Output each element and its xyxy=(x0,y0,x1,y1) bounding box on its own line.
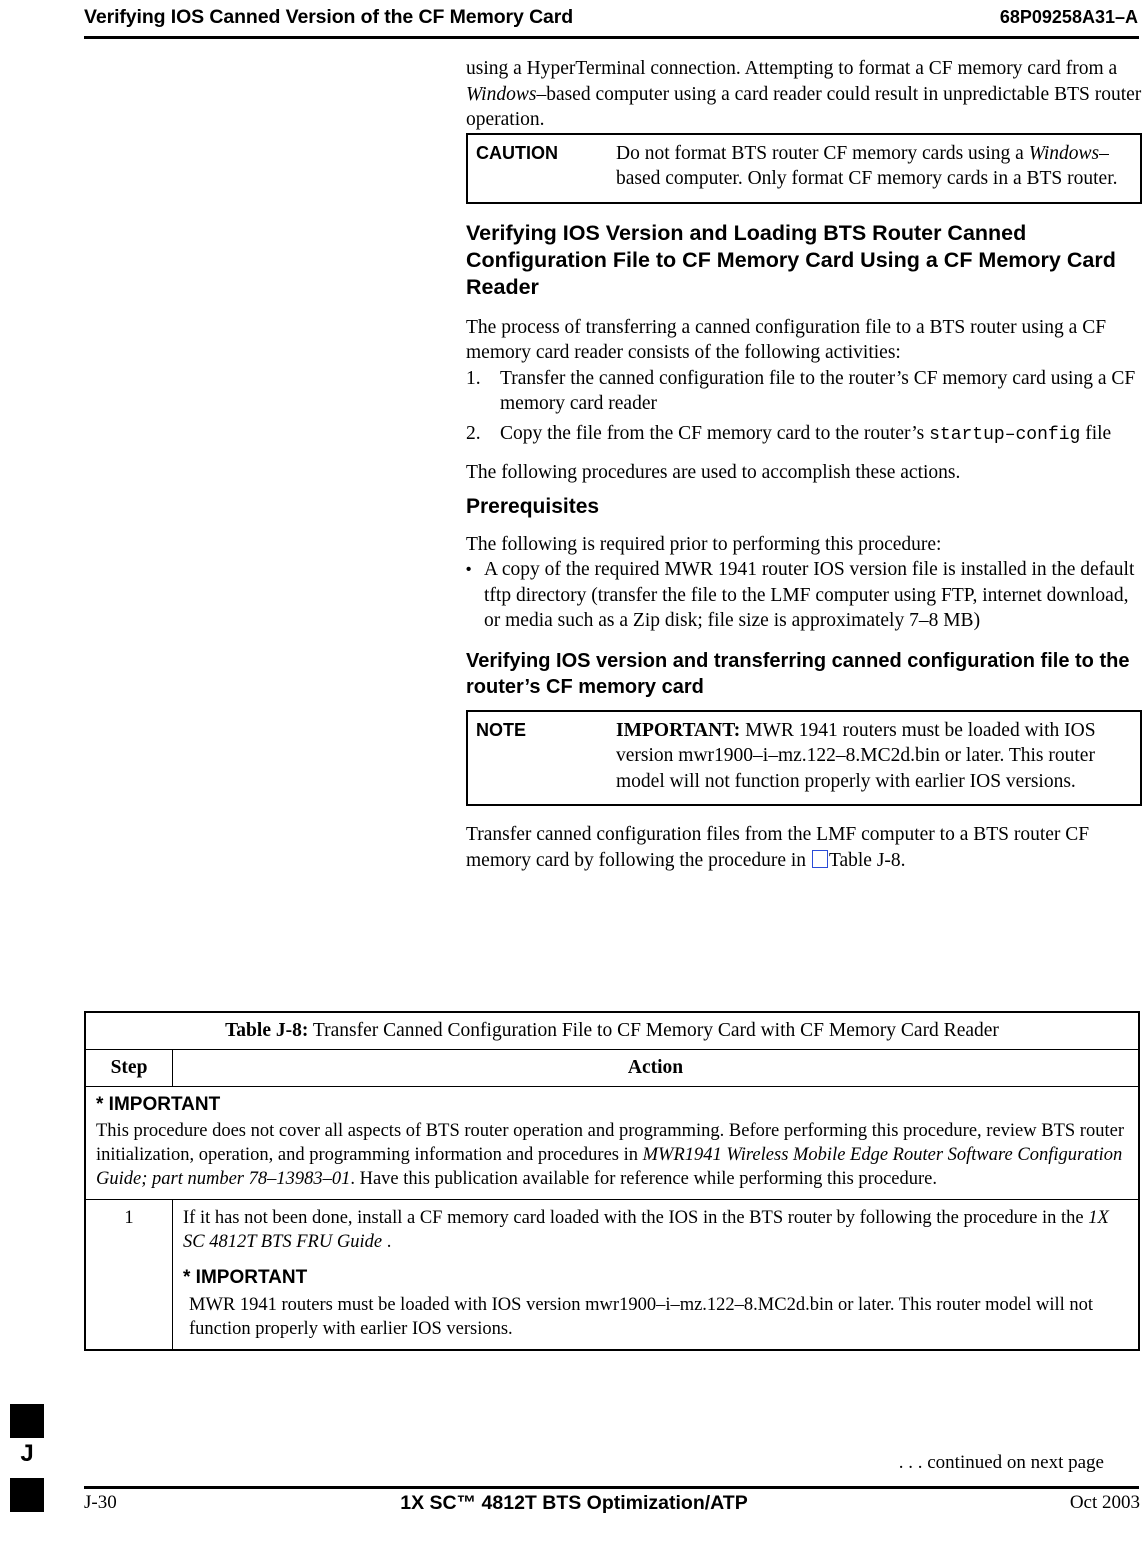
column-header-step: Step xyxy=(85,1049,173,1087)
list-item-code: startup–config xyxy=(929,424,1081,445)
table-row: * IMPORTANT This procedure does not cove… xyxy=(85,1086,1139,1200)
document-page: Verifying IOS Canned Version of the CF M… xyxy=(0,0,1148,1542)
caution-italic: Windows xyxy=(1028,142,1100,164)
step-content: If it has not been done, install a CF me… xyxy=(173,1200,1140,1351)
important-label: * IMPORTANT xyxy=(96,1094,221,1115)
table-row: 1 If it has not been done, install a CF … xyxy=(85,1199,1140,1351)
footer-title: 1X SC™ 4812T BTS Optimization/ATP xyxy=(400,1492,748,1514)
column-header-action: Action xyxy=(172,1049,1139,1087)
important-body: This procedure does not cover all aspect… xyxy=(96,1119,1128,1191)
header-title: Verifying IOS Canned Version of the CF M… xyxy=(84,6,574,28)
list-item-text-pre: Copy the file from the CF memory card to… xyxy=(500,422,930,444)
list-item-number: 2. xyxy=(466,422,481,444)
list-item: 1. Transfer the canned configuration fil… xyxy=(466,366,1142,417)
step-text-2: . xyxy=(382,1232,392,1252)
transfer-text-2: Table J-8. xyxy=(828,849,906,871)
continued-note: . . . continued on next page xyxy=(898,1452,1104,1473)
main-text-column: using a HyperTerminal connection. Attemp… xyxy=(466,56,1142,873)
page-header: Verifying IOS Canned Version of the CF M… xyxy=(84,6,1138,29)
note-body: IMPORTANT: MWR 1941 routers must be load… xyxy=(616,718,1132,795)
bullet-text: A copy of the required MWR 1941 router I… xyxy=(484,559,1135,631)
step-text-1: If it has not been done, install a CF me… xyxy=(183,1208,1089,1228)
intro-paragraph: using a HyperTerminal connection. Attemp… xyxy=(466,56,1142,133)
important-note-cell: * IMPORTANT This procedure does not cove… xyxy=(85,1086,1139,1200)
list-item-text-post: file xyxy=(1080,422,1112,444)
caution-box: CAUTION Do not format BTS router CF memo… xyxy=(466,132,1142,204)
step-text: If it has not been done, install a CF me… xyxy=(183,1206,1128,1254)
step-number: 1 xyxy=(85,1199,173,1350)
list-item-text: Transfer the canned configuration file t… xyxy=(500,367,1136,415)
table-caption-number: Table J-8: xyxy=(225,1020,309,1041)
bullet-icon: • xyxy=(466,561,472,578)
section-heading: Verifying IOS Version and Loading BTS Ro… xyxy=(466,220,1116,299)
blue-artifact-box xyxy=(811,849,828,868)
note-important-lead: IMPORTANT: xyxy=(616,719,741,741)
table-caption-text: Transfer Canned Configuration File to CF… xyxy=(308,1020,999,1041)
table-header-row: Step Action xyxy=(85,1049,1139,1087)
important-text-2: . Have this publication available for re… xyxy=(350,1169,937,1189)
following-procedures-paragraph: The following procedures are used to acc… xyxy=(466,462,961,483)
header-doc-number: 68P09258A31–A xyxy=(999,7,1138,27)
caution-body: Do not format BTS router CF memory cards… xyxy=(616,141,1132,192)
prerequisites-bullet-list: • A copy of the required MWR 1941 router… xyxy=(466,557,1142,634)
table-caption-row: Table J-8: Transfer Canned Configuration… xyxy=(85,1012,1139,1050)
prerequisites-paragraph: The following is required prior to perfo… xyxy=(466,533,942,555)
caution-label: CAUTION xyxy=(476,142,558,163)
tab-letter: J xyxy=(20,1440,34,1467)
tab-marker-top xyxy=(10,1404,44,1438)
table-j8: Table J-8: Transfer Canned Configuration… xyxy=(84,1011,1140,1351)
verifying-subheading: Verifying IOS version and transferring c… xyxy=(466,649,1130,698)
transfer-text-1: Transfer canned configuration files from… xyxy=(466,824,1090,871)
list-item-text: Copy the file from the CF memory card to… xyxy=(500,421,1142,449)
list-item-number: 1. xyxy=(466,367,481,389)
process-paragraph: The process of transferring a canned con… xyxy=(466,316,1107,364)
prerequisites-heading: Prerequisites xyxy=(466,494,600,518)
note-label: NOTE xyxy=(476,719,527,740)
note-box: NOTE IMPORTANT: MWR 1941 routers must be… xyxy=(466,709,1142,806)
intro-italic: Windows xyxy=(466,83,537,105)
activities-list: 1. Transfer the canned configuration fil… xyxy=(466,366,1142,449)
caution-text-1: Do not format BTS router CF memory cards… xyxy=(616,142,1029,164)
transfer-paragraph: Transfer canned configuration files from… xyxy=(466,822,1142,873)
intro-text-1: using a HyperTerminal connection. Attemp… xyxy=(466,58,1118,79)
intro-text-2: –based computer using a card reader coul… xyxy=(466,83,1142,131)
table-caption: Table J-8: Transfer Canned Configuration… xyxy=(85,1012,1139,1050)
list-item: • A copy of the required MWR 1941 router… xyxy=(466,557,1142,634)
step-important-body: MWR 1941 routers must be loaded with IOS… xyxy=(189,1295,1094,1339)
list-item: 2. Copy the file from the CF memory card… xyxy=(466,421,1142,449)
footer-divider xyxy=(84,1486,1139,1489)
step-important-label: * IMPORTANT xyxy=(183,1267,308,1288)
header-divider xyxy=(84,36,1139,39)
